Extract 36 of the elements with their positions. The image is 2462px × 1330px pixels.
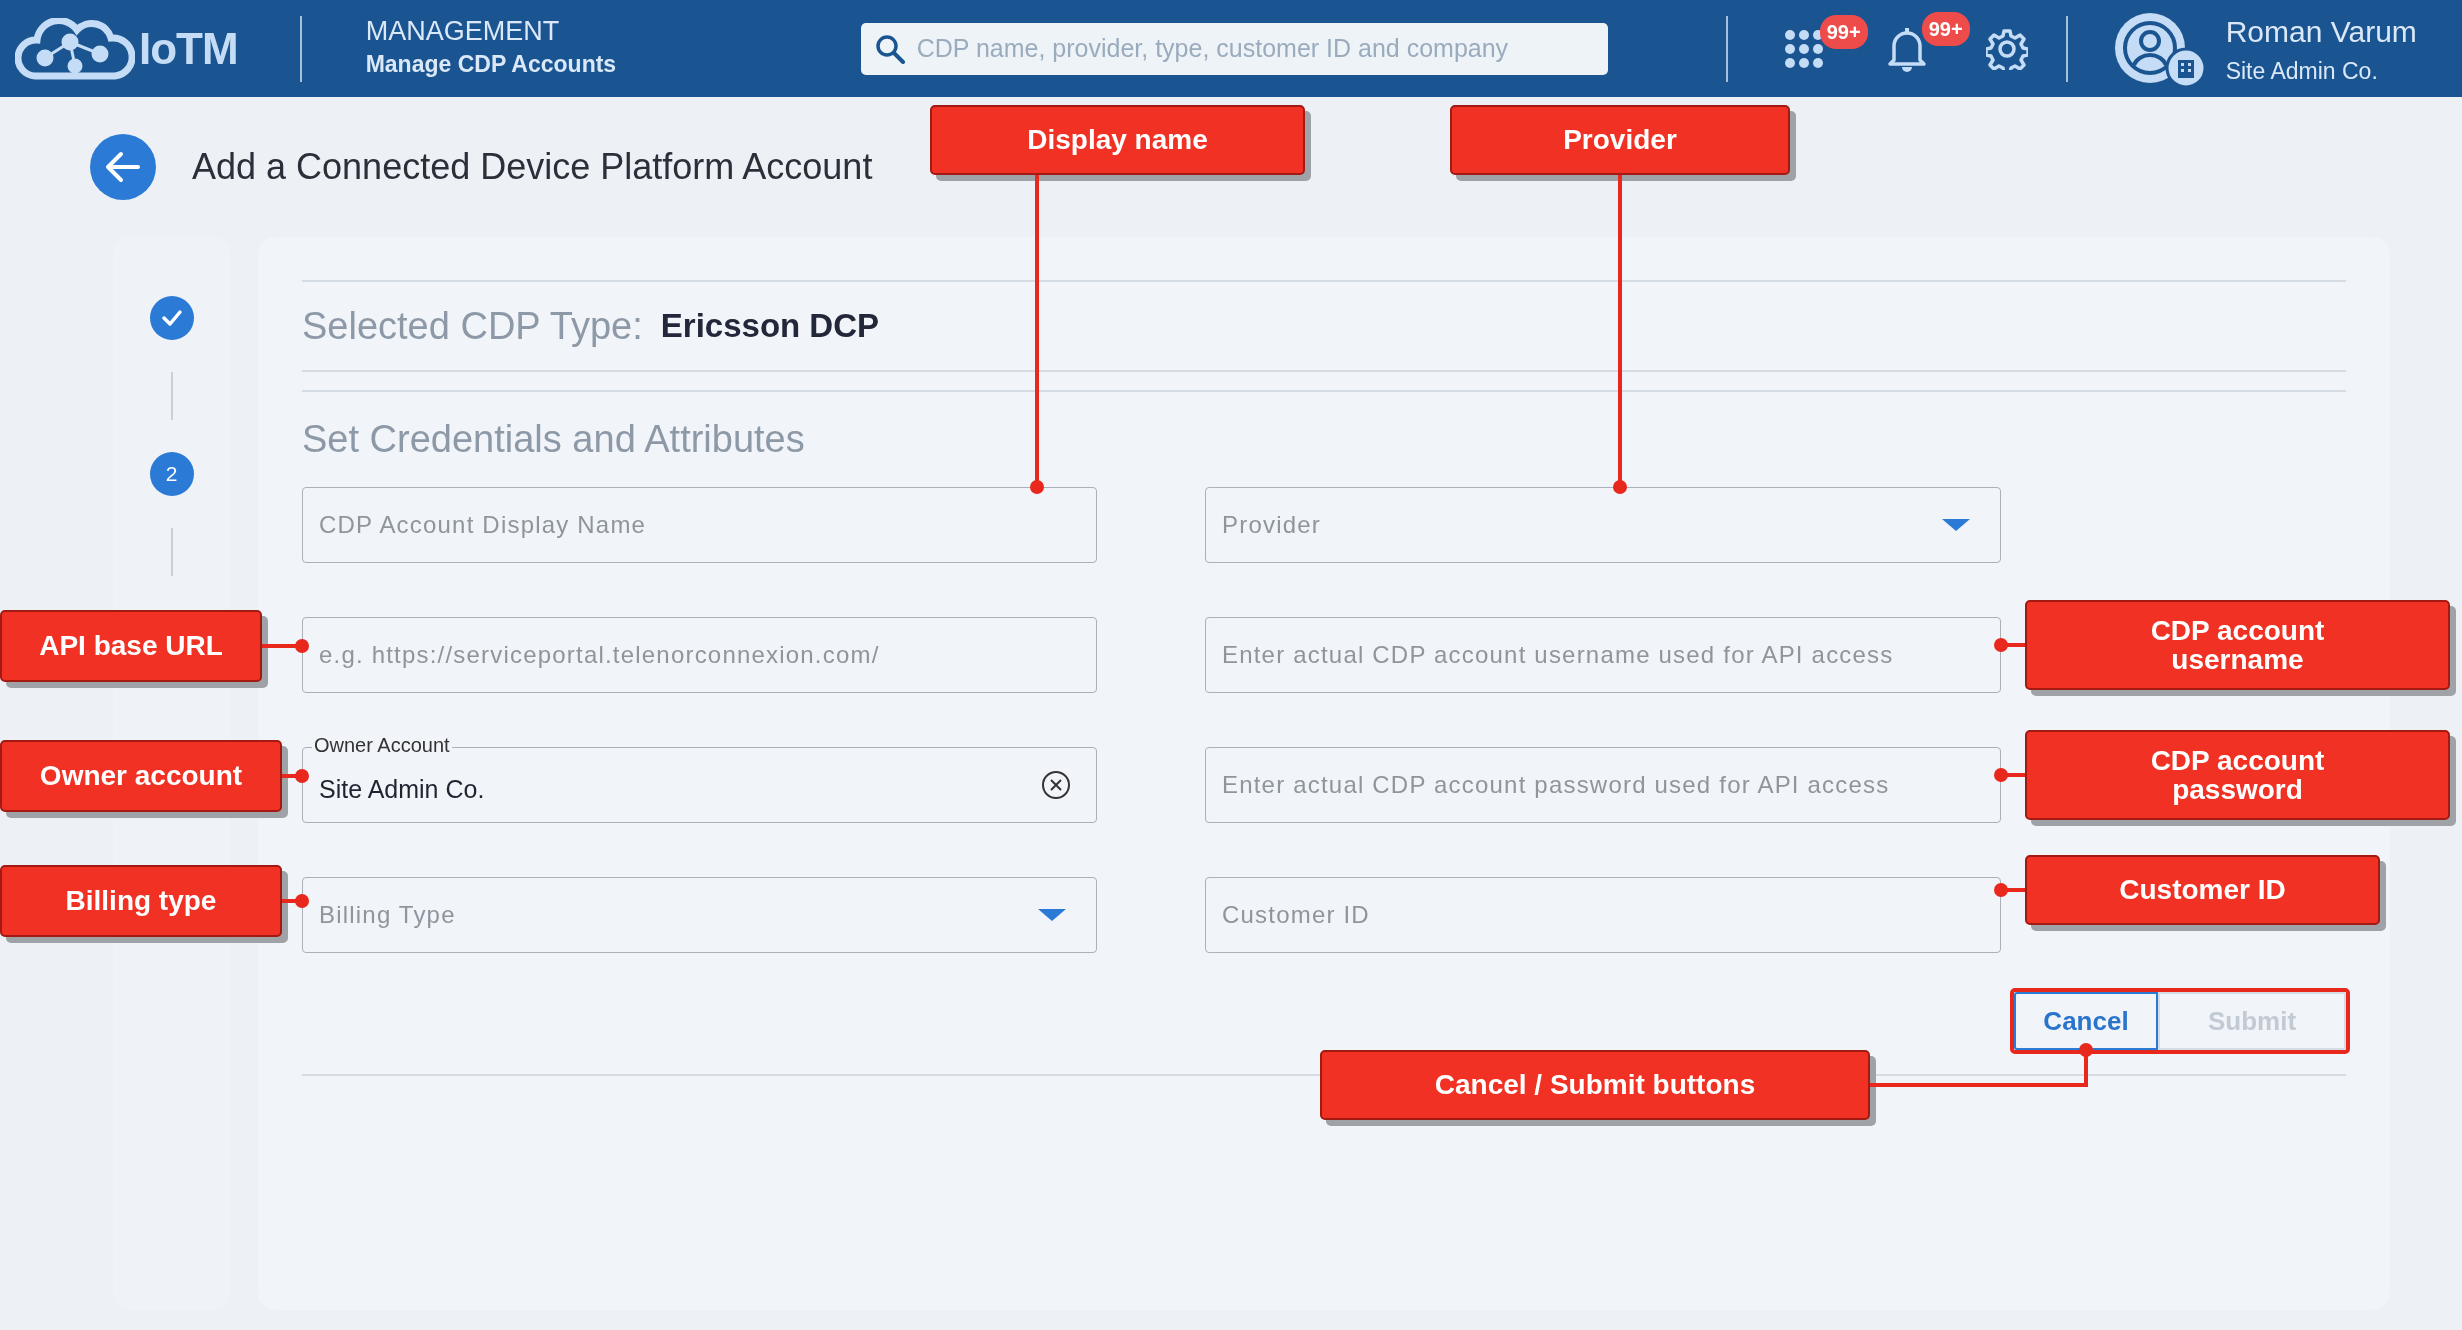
field-label: Selected CDP Type: bbox=[302, 303, 643, 349]
input-field[interactable]: e.g. https://serviceportal.telenorconnexion.com/ bbox=[302, 617, 1097, 693]
leader-line bbox=[282, 894, 309, 908]
brand-name: IoTM bbox=[139, 22, 238, 75]
page-subtitle: Manage CDP Accounts bbox=[365, 50, 618, 80]
notification-badge: 99+ bbox=[1819, 14, 1868, 49]
leader-line bbox=[282, 769, 309, 783]
leader-line bbox=[1994, 638, 2025, 652]
user-company: Site Admin Co. bbox=[2225, 56, 2379, 86]
apps-grid-icon[interactable] bbox=[1783, 28, 1824, 69]
bell-icon[interactable] bbox=[1885, 25, 1928, 72]
input-field[interactable]: CDP Account Display Name bbox=[302, 487, 1097, 563]
caret-icon bbox=[1037, 908, 1067, 922]
user-name: Roman Varum bbox=[2225, 13, 2417, 50]
left-arrow-icon bbox=[105, 151, 141, 183]
input-field[interactable]: Enter actual CDP account username used for API access bbox=[1205, 617, 2001, 693]
input-field[interactable]: Enter actual CDP account password used for API access bbox=[1205, 747, 2001, 823]
page-title: Add a Connected Device Platform Account bbox=[192, 145, 873, 189]
input-field[interactable]: Customer ID bbox=[1205, 877, 2001, 953]
leader-line bbox=[262, 639, 309, 653]
caret-icon bbox=[1941, 518, 1971, 532]
search-field[interactable]: CDP name, provider, type, customer ID and company bbox=[860, 22, 1608, 75]
select-field[interactable]: Billing Type bbox=[302, 877, 1097, 953]
notification-badge: 99+ bbox=[1921, 11, 1970, 46]
section-title: Set Credentials and Attributes bbox=[302, 417, 805, 462]
step-number: 2 bbox=[149, 452, 194, 496]
search-icon bbox=[874, 33, 905, 64]
section-title: MANAGEMENT bbox=[365, 15, 561, 48]
clear-button[interactable] bbox=[1041, 770, 1071, 800]
leader-line bbox=[1994, 768, 2025, 782]
cloud-logo-icon bbox=[15, 17, 135, 80]
select-field[interactable]: Provider bbox=[1205, 487, 2001, 563]
selected-type: Ericsson DCP bbox=[660, 306, 880, 347]
cancel-button[interactable]: Cancel bbox=[2014, 992, 2158, 1050]
leader-line bbox=[1994, 883, 2025, 897]
settings-icon[interactable] bbox=[1985, 27, 2028, 70]
